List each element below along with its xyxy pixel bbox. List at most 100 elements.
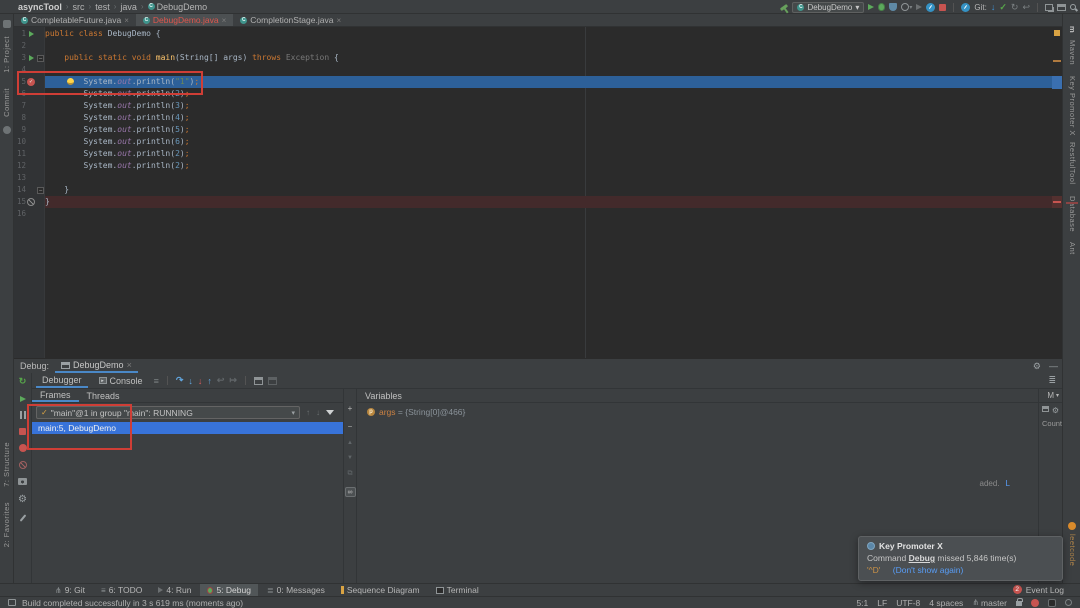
git-commit-icon[interactable]: ✓ xyxy=(999,2,1007,13)
code-line[interactable]: 1 public class DebugDemo { xyxy=(14,28,1052,40)
code-line[interactable]: 12 System.out.println(2); xyxy=(14,160,1052,172)
code-line[interactable]: 13 xyxy=(14,172,1052,184)
mute-breakpoints-icon[interactable] xyxy=(18,461,27,469)
tool-window-switcher-icon[interactable] xyxy=(8,599,16,606)
load-classes-link[interactable]: L xyxy=(1006,479,1010,488)
tab-console[interactable]: ▸ Console xyxy=(93,373,149,388)
filter-icon[interactable] xyxy=(326,410,334,415)
run-configuration-select[interactable]: C DebugDemo ▾ xyxy=(792,1,865,13)
step-out-icon[interactable]: ↑ xyxy=(207,376,212,386)
line-ending-indicator[interactable]: LF xyxy=(877,598,887,608)
breadcrumb-class[interactable]: DebugDemo xyxy=(157,2,208,12)
code-line[interactable]: 6 System.out.println(2); xyxy=(14,88,1052,100)
error-stripe-mark[interactable] xyxy=(1052,196,1062,208)
close-icon[interactable]: × xyxy=(124,16,129,25)
lock-icon[interactable] xyxy=(1016,598,1023,606)
show-watches-icon[interactable]: ∞ xyxy=(344,487,356,497)
sidebar-item-ant[interactable]: Ant xyxy=(1068,242,1077,255)
git-update-icon[interactable]: ↓ xyxy=(991,2,996,12)
gear-icon[interactable]: ⚙ xyxy=(1052,406,1059,415)
execution-stripe-mark[interactable] xyxy=(1052,76,1062,89)
breadcrumb-module[interactable]: asyncTool xyxy=(18,2,62,12)
sidebar-item-leetcode[interactable]: leetcode xyxy=(1068,534,1077,566)
search-icon[interactable] xyxy=(1070,4,1076,10)
debug-session-tab[interactable]: DebugDemo × xyxy=(55,359,138,373)
sidebar-item-restfultool[interactable]: RestfulTool xyxy=(1068,142,1077,185)
code-line[interactable]: 10 System.out.println(6); xyxy=(14,136,1052,148)
watch-window-icon[interactable] xyxy=(1041,406,1049,412)
resume-icon[interactable] xyxy=(19,396,26,402)
sidebar-item-favorites[interactable]: 2: Favorites xyxy=(2,502,11,547)
caret-position[interactable]: 5:1 xyxy=(856,598,868,608)
tool-window-button-git[interactable]: ⋔ 9: Git xyxy=(48,584,92,596)
caret-down-icon[interactable]: ▾ xyxy=(1056,392,1059,399)
stop-icon[interactable] xyxy=(19,428,26,435)
build-hammer-icon[interactable] xyxy=(780,3,789,11)
coverage-icon[interactable] xyxy=(889,3,898,11)
dont-show-again-link[interactable]: (Don't show again) xyxy=(893,565,964,575)
rerun-icon[interactable]: ↻ xyxy=(19,376,27,387)
breadcrumb-java[interactable]: java xyxy=(120,2,137,12)
warning-stripe-dash[interactable] xyxy=(1053,60,1061,62)
key-promoter-status-icon[interactable] xyxy=(1031,598,1039,607)
tool-window-button-todo[interactable]: ≡ 6: TODO xyxy=(94,584,149,596)
code-line[interactable]: 16 xyxy=(14,208,1052,220)
debug-icon[interactable] xyxy=(878,3,886,11)
evaluate-expression-icon[interactable] xyxy=(253,376,263,385)
sidebar-item-maven[interactable]: Maven xyxy=(1068,40,1077,65)
indent-indicator[interactable]: 4 spaces xyxy=(929,598,963,608)
plugin-status-icon[interactable] xyxy=(1048,598,1056,607)
intention-bulb-icon[interactable] xyxy=(67,78,74,85)
close-icon[interactable]: × xyxy=(222,16,227,25)
tool-window-button-terminal[interactable]: Terminal xyxy=(429,584,486,596)
force-step-into-icon[interactable]: ↓ xyxy=(198,376,203,386)
add-watch-icon[interactable]: + xyxy=(348,404,353,413)
gear-icon[interactable]: ⚙ xyxy=(1033,361,1041,372)
stop-icon[interactable] xyxy=(939,3,947,11)
memory-label[interactable]: M xyxy=(1047,391,1054,400)
sidebar-item-commit[interactable]: Commit xyxy=(2,88,11,117)
fold-icon[interactable]: − xyxy=(37,186,44,194)
history-icon[interactable]: ↻ xyxy=(1011,2,1019,13)
close-icon[interactable]: × xyxy=(127,360,132,370)
hide-icon[interactable]: — xyxy=(1049,361,1058,371)
profiler-attach-icon[interactable] xyxy=(961,2,971,12)
code-line[interactable]: 11 System.out.println(2); xyxy=(14,148,1052,160)
thread-dump-icon[interactable] xyxy=(18,478,27,485)
code-line[interactable]: 9 System.out.println(5); xyxy=(14,124,1052,136)
run-line-icon[interactable] xyxy=(28,31,34,37)
tab-debugdemo[interactable]: C DebugDemo.java × xyxy=(135,14,234,26)
code-line[interactable]: 15} xyxy=(14,196,1052,208)
restore-layout-icon[interactable] xyxy=(1057,3,1066,11)
variable-row[interactable]: p args = {String[0]@466} xyxy=(357,403,1038,417)
tab-threads[interactable]: Threads xyxy=(79,389,128,402)
tool-window-button-debug[interactable]: 5: Debug xyxy=(200,584,258,596)
error-stripe[interactable] xyxy=(1052,27,1062,358)
code-line[interactable]: 2 xyxy=(14,40,1052,52)
close-icon[interactable]: × xyxy=(336,16,341,25)
project-tool-icon[interactable] xyxy=(3,20,11,28)
code-editor[interactable]: 1 public class DebugDemo {2 3− public stat… xyxy=(14,27,1062,358)
invalid-breakpoint-icon[interactable] xyxy=(27,198,35,206)
git-branch-widget[interactable]: ⋔ master xyxy=(972,598,1007,608)
tab-completionstage[interactable]: C CompletionStage.java × xyxy=(233,14,348,26)
key-promoter-notification[interactable]: Key Promoter X Command Debug missed 5,84… xyxy=(858,536,1063,581)
background-tasks-icon[interactable] xyxy=(1065,599,1072,606)
sidebar-item-project[interactable]: 1: Project xyxy=(2,36,11,73)
commit-tool-icon[interactable] xyxy=(3,126,11,134)
view-breakpoints-icon[interactable] xyxy=(18,444,27,452)
run-icon[interactable] xyxy=(868,4,875,10)
step-into-icon[interactable]: ↓ xyxy=(188,376,193,386)
fold-icon[interactable]: − xyxy=(37,54,44,62)
tool-window-button-sequence-diagram[interactable]: Sequence Diagram xyxy=(334,584,427,596)
remove-watch-icon[interactable]: − xyxy=(348,422,353,431)
code-line[interactable]: 4 xyxy=(14,64,1052,76)
status-message[interactable]: Build completed successfully in 3 s 619 … xyxy=(22,598,243,608)
tab-debugger[interactable]: Debugger xyxy=(36,373,88,388)
event-log-button[interactable]: 2 Event Log xyxy=(1012,583,1064,596)
tab-frames[interactable]: Frames xyxy=(32,389,79,402)
breadcrumb-test[interactable]: test xyxy=(95,2,110,12)
run-line-icon[interactable] xyxy=(28,55,34,61)
thread-dropdown[interactable]: ✓ "main"@1 in group "main": RUNNING ▾ xyxy=(36,406,300,419)
pin-icon[interactable] xyxy=(19,514,26,522)
